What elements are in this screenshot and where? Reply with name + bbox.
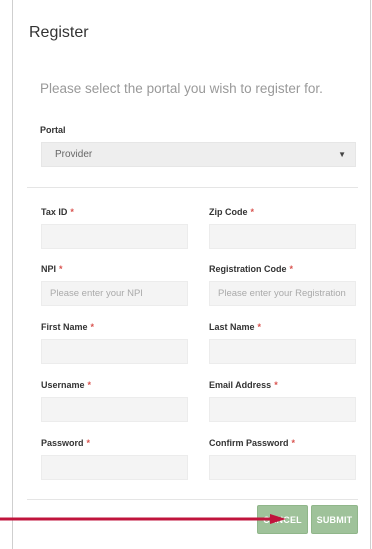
npi-label: NPI * bbox=[41, 264, 63, 274]
last-name-input[interactable] bbox=[209, 339, 356, 364]
email-address-label: Email Address * bbox=[209, 380, 278, 390]
username-label: Username * bbox=[41, 380, 92, 390]
npi-input[interactable] bbox=[41, 281, 188, 306]
email-address-input[interactable] bbox=[209, 397, 356, 422]
required-marker: * bbox=[87, 380, 92, 390]
required-marker: * bbox=[250, 207, 255, 217]
required-marker: * bbox=[257, 322, 262, 332]
divider-bottom bbox=[27, 499, 358, 500]
register-dialog: Register Please select the portal you wi… bbox=[12, 0, 371, 549]
zip-code-label: Zip Code * bbox=[209, 207, 255, 217]
confirm-password-label: Confirm Password * bbox=[209, 438, 296, 448]
password-input[interactable] bbox=[41, 455, 188, 480]
required-marker: * bbox=[291, 438, 296, 448]
arrow-head bbox=[270, 514, 286, 524]
dialog-title: Register bbox=[29, 24, 89, 41]
chevron-down-icon: ▼ bbox=[338, 150, 346, 159]
portal-select[interactable]: Provider ▼ bbox=[41, 142, 356, 167]
confirm-password-input[interactable] bbox=[209, 455, 356, 480]
first-name-label: First Name * bbox=[41, 322, 95, 332]
submit-button[interactable]: SUBMIT bbox=[311, 505, 358, 534]
required-marker: * bbox=[289, 264, 294, 274]
password-label: Password * bbox=[41, 438, 91, 448]
tax-id-input[interactable] bbox=[41, 224, 188, 249]
dialog-subtitle: Please select the portal you wish to reg… bbox=[40, 81, 323, 96]
required-marker: * bbox=[90, 322, 95, 332]
required-marker: * bbox=[59, 264, 63, 274]
zip-code-input[interactable] bbox=[209, 224, 356, 249]
registration-code-input[interactable] bbox=[209, 281, 356, 306]
registration-code-label: Registration Code * bbox=[209, 264, 294, 274]
page: Register Please select the portal you wi… bbox=[0, 0, 372, 549]
last-name-label: Last Name * bbox=[209, 322, 262, 332]
required-marker: * bbox=[70, 207, 74, 217]
portal-label: Portal bbox=[40, 125, 66, 135]
portal-selected-value: Provider bbox=[55, 149, 93, 160]
first-name-input[interactable] bbox=[41, 339, 188, 364]
username-input[interactable] bbox=[41, 397, 188, 422]
required-marker: * bbox=[86, 438, 91, 448]
divider-top bbox=[27, 187, 358, 188]
required-marker: * bbox=[274, 380, 278, 390]
tax-id-label: Tax ID * bbox=[41, 207, 74, 217]
arrow-annotation bbox=[0, 514, 286, 524]
